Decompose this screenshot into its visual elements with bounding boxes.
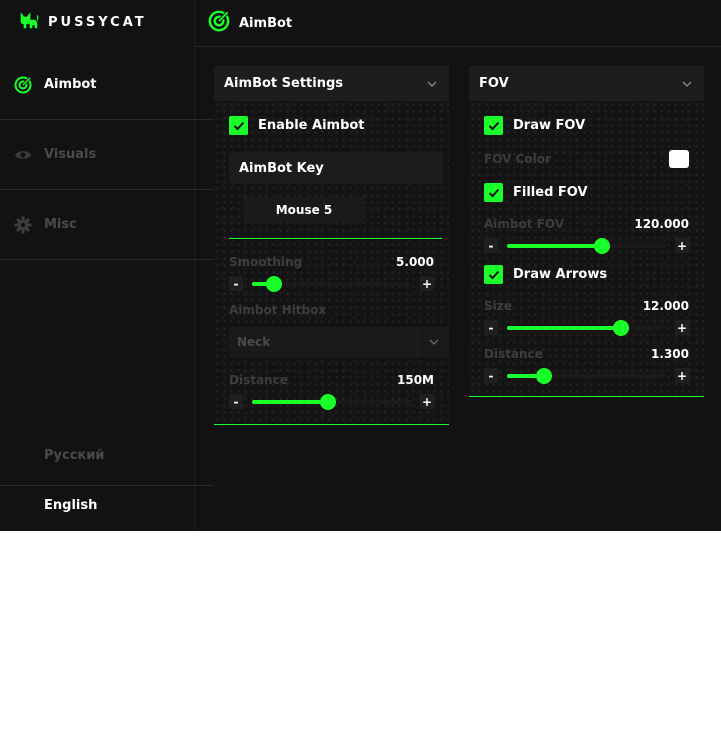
aim-distance-label: Distance — [229, 373, 288, 387]
aim-distance-value: 150M — [397, 373, 434, 387]
smoothing-slider: - + — [229, 276, 434, 292]
aimbot-settings-header[interactable]: AimBot Settings — [214, 66, 449, 101]
hitbox-select[interactable]: Neck — [229, 327, 449, 357]
size-increment-button[interactable]: + — [675, 320, 689, 335]
panel-title: FOV — [479, 76, 509, 91]
aimbot-key-button[interactable]: Mouse 5 — [244, 197, 364, 223]
fov-color-swatch[interactable] — [669, 150, 689, 168]
filled-fov-row: Filled FOV — [484, 183, 689, 202]
sidebar-item-aimbot[interactable]: Aimbot — [0, 50, 214, 120]
check-icon — [233, 121, 244, 130]
slider-track[interactable] — [507, 320, 666, 336]
aim-distance-increment-button[interactable]: + — [420, 394, 434, 409]
check-icon — [488, 188, 499, 197]
sidebar-item-label: Misc — [44, 217, 77, 232]
size-value: 12.000 — [642, 299, 689, 313]
hitbox-row: Aimbot Hitbox — [229, 303, 434, 317]
aimbot-key-label: AimBot Key — [229, 152, 443, 184]
slider-fill — [507, 326, 622, 330]
arrow-distance-increment-button[interactable]: + — [675, 368, 689, 383]
aimbot-fov-increment-button[interactable]: + — [675, 238, 689, 253]
slider-handle[interactable] — [594, 238, 611, 254]
arrow-distance-label: Distance — [484, 347, 543, 361]
fov-header[interactable]: FOV — [469, 66, 704, 101]
aimbot-icon — [208, 9, 231, 36]
slider-handle[interactable] — [535, 368, 552, 384]
aimbot-fov-slider: - + — [484, 238, 689, 254]
draw-arrows-row: Draw Arrows — [484, 265, 689, 284]
brand: PUSSYCAT — [18, 10, 147, 34]
enable-aimbot-row: Enable Aimbot — [229, 116, 434, 135]
aimbot-icon — [14, 75, 32, 94]
aimbot-fov-value: 120.000 — [634, 217, 689, 231]
enable-aimbot-label: Enable Aimbot — [258, 118, 365, 133]
page-title: AimBot — [239, 15, 293, 31]
sidebar: PUSSYCAT Aimbot Visuals Misc Русский Eng… — [0, 0, 214, 531]
aimbot-fov-decrement-button[interactable]: - — [484, 238, 498, 253]
size-decrement-button[interactable]: - — [484, 320, 498, 335]
chevron-down-icon — [417, 327, 449, 357]
gear-icon — [14, 216, 32, 234]
check-icon — [488, 270, 499, 279]
slider-track[interactable] — [252, 394, 411, 410]
draw-arrows-label: Draw Arrows — [513, 267, 608, 282]
enable-aimbot-checkbox[interactable] — [229, 116, 248, 135]
aim-distance-slider: - + — [229, 394, 434, 410]
draw-fov-row: Draw FOV — [484, 116, 689, 135]
slider-handle[interactable] — [613, 320, 630, 336]
arrow-distance-slider: - + — [484, 368, 689, 384]
size-row: Size 12.000 — [484, 299, 689, 313]
size-label: Size — [484, 299, 512, 313]
aim-distance-decrement-button[interactable]: - — [229, 394, 243, 409]
arrow-distance-row: Distance 1.300 — [484, 347, 689, 361]
filled-fov-label: Filled FOV — [513, 185, 588, 200]
slider-track[interactable] — [507, 238, 666, 254]
slider-handle[interactable] — [266, 276, 283, 292]
aimbot-settings-panel: AimBot Settings Enable Aimbot AimBot Key… — [214, 66, 449, 425]
aimbot-key-underline — [229, 238, 442, 239]
draw-arrows-checkbox[interactable] — [484, 265, 503, 284]
slider-track[interactable] — [252, 276, 411, 292]
language-english[interactable]: English — [0, 480, 214, 530]
check-icon — [488, 121, 499, 130]
fov-color-label: FOV Color — [484, 152, 551, 166]
sidebar-item-visuals[interactable]: Visuals — [0, 120, 214, 190]
arrow-distance-decrement-button[interactable]: - — [484, 368, 498, 383]
fov-panel: FOV Draw FOV FOV Color Filled FOV Aimbot… — [469, 66, 704, 397]
aimbot-fov-row: Aimbot FOV 120.000 — [484, 217, 689, 231]
draw-fov-checkbox[interactable] — [484, 116, 503, 135]
chevron-down-icon — [427, 74, 437, 93]
draw-fov-label: Draw FOV — [513, 118, 586, 133]
slider-track[interactable] — [507, 368, 666, 384]
smoothing-row: Smoothing 5.000 — [229, 255, 434, 269]
panel-title: AimBot Settings — [224, 76, 344, 91]
chevron-down-icon — [682, 74, 692, 93]
cat-icon — [18, 9, 40, 35]
aim-distance-row: Distance 150M — [229, 373, 434, 387]
hitbox-selected-value: Neck — [237, 335, 271, 349]
slider-handle[interactable] — [320, 394, 337, 410]
slider-fill — [252, 400, 329, 404]
app-window: PUSSYCAT Aimbot Visuals Misc Русский Eng… — [0, 0, 721, 531]
smoothing-increment-button[interactable]: + — [420, 276, 434, 291]
smoothing-decrement-button[interactable]: - — [229, 276, 243, 291]
sidebar-item-label: Visuals — [44, 147, 97, 162]
arrow-distance-value: 1.300 — [651, 347, 689, 361]
brand-name: PUSSYCAT — [48, 14, 147, 30]
slider-fill — [507, 244, 603, 248]
size-slider: - + — [484, 320, 689, 336]
aimbot-fov-label: Aimbot FOV — [484, 217, 565, 231]
eye-icon — [14, 146, 32, 164]
language-russian[interactable]: Русский — [0, 430, 214, 480]
smoothing-label: Smoothing — [229, 255, 303, 269]
filled-fov-checkbox[interactable] — [484, 183, 503, 202]
fov-color-row: FOV Color — [484, 150, 689, 168]
header: AimBot — [195, 0, 721, 47]
smoothing-value: 5.000 — [396, 255, 434, 269]
hitbox-label: Aimbot Hitbox — [229, 303, 327, 317]
sidebar-item-misc[interactable]: Misc — [0, 190, 214, 260]
sidebar-item-label: Aimbot — [44, 77, 97, 92]
